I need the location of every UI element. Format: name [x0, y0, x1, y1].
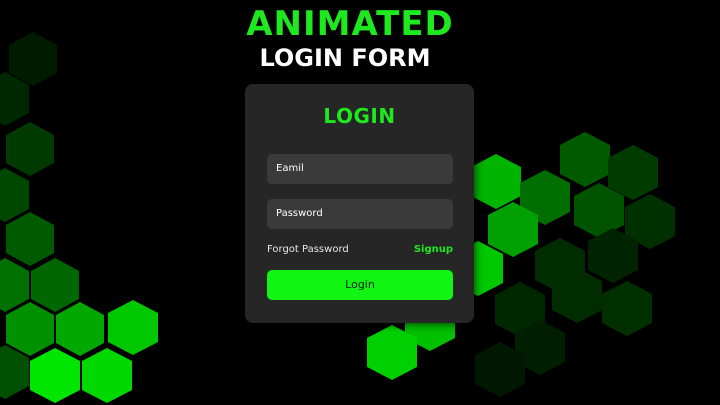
hexagon — [31, 258, 79, 312]
hero-title: ANIMATED — [246, 4, 454, 44]
hexagon — [108, 300, 158, 355]
password-field[interactable]: Password — [267, 199, 453, 229]
login-card-title: LOGIN — [323, 104, 396, 128]
hexagon — [82, 348, 132, 403]
hexagon — [30, 348, 80, 403]
hexagon — [6, 212, 54, 266]
login-links: Forgot Password Signup — [267, 244, 453, 255]
login-card: LOGIN Eamil Password Forgot Password Sig… — [245, 84, 474, 323]
login-button[interactable]: Login — [267, 270, 453, 300]
hexagon — [56, 302, 104, 356]
hexagon — [6, 302, 54, 356]
hexagon — [602, 281, 652, 336]
signup-link[interactable]: Signup — [414, 244, 453, 255]
hero-subtitle: LOGIN FORM — [259, 44, 431, 72]
hexagon — [471, 154, 521, 209]
hexagon — [560, 132, 610, 187]
email-field[interactable]: Eamil — [267, 154, 453, 184]
hexagon — [6, 122, 54, 176]
hexagon — [0, 258, 29, 312]
hexagon — [0, 168, 29, 222]
forgot-password-link[interactable]: Forgot Password — [267, 244, 349, 255]
